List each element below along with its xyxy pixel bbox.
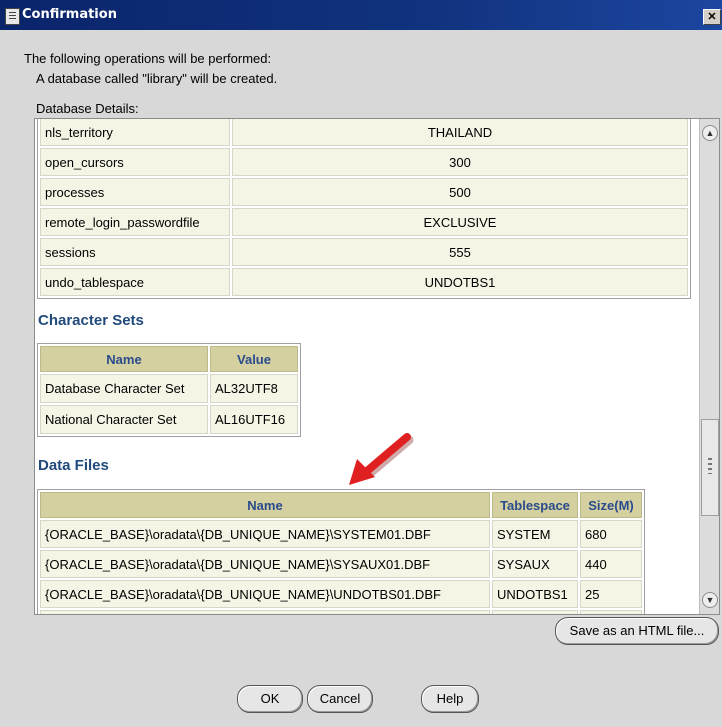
document-icon bbox=[5, 8, 20, 25]
title-bar[interactable]: Confirmation ✕ bbox=[0, 0, 722, 30]
scrollbar-thumb[interactable] bbox=[701, 419, 719, 516]
charset-name: Database Character Set bbox=[40, 374, 208, 403]
table-row: {ORACLE_BASE}\oradata\{DB_UNIQUE_NAME}\S… bbox=[40, 550, 642, 578]
window-title: Confirmation bbox=[22, 7, 117, 22]
confirmation-dialog: Confirmation ✕ The following operations … bbox=[0, 0, 722, 727]
parameter-name: open_cursors bbox=[40, 148, 230, 176]
operation-description: A database called "library" will be crea… bbox=[36, 71, 278, 86]
cancel-button[interactable]: Cancel bbox=[307, 685, 373, 713]
table-row: remote_login_passwordfile EXCLUSIVE bbox=[40, 208, 688, 236]
datafile-name: {ORACLE_BASE}\oradata\{DB_UNIQUE_NAME}\S… bbox=[40, 520, 490, 548]
parameter-name: sessions bbox=[40, 238, 230, 266]
parameter-value: 500 bbox=[232, 178, 688, 206]
column-header-size: Size(M) bbox=[580, 492, 642, 518]
scroll-down-icon[interactable]: ▼ bbox=[702, 592, 718, 608]
character-sets-table: Name Value Database Character Set AL32UTF… bbox=[37, 343, 301, 437]
parameter-name: undo_tablespace bbox=[40, 268, 230, 296]
parameter-name: nls_territory bbox=[40, 119, 230, 146]
table-row: Database Character Set AL32UTF8 bbox=[40, 374, 298, 403]
character-sets-heading: Character Sets bbox=[38, 312, 144, 329]
charset-value: AL32UTF8 bbox=[210, 374, 298, 403]
table-row: sessions 555 bbox=[40, 238, 688, 266]
table-row: undo_tablespace UNDOTBS1 bbox=[40, 268, 688, 296]
table-header-row: Name Tablespace Size(M) bbox=[40, 492, 642, 518]
scroll-up-icon[interactable]: ▲ bbox=[702, 125, 718, 141]
datafile-tablespace: UNDOTBS1 bbox=[492, 580, 578, 608]
table-row: National Character Set AL16UTF16 bbox=[40, 405, 298, 434]
parameter-value: UNDOTBS1 bbox=[232, 268, 688, 296]
charset-value: AL16UTF16 bbox=[210, 405, 298, 434]
parameter-name: remote_login_passwordfile bbox=[40, 208, 230, 236]
table-row: processes 500 bbox=[40, 178, 688, 206]
parameter-value: EXCLUSIVE bbox=[232, 208, 688, 236]
parameter-name: processes bbox=[40, 178, 230, 206]
column-header-tablespace: Tablespace bbox=[492, 492, 578, 518]
ok-button[interactable]: OK bbox=[237, 685, 303, 713]
parameter-value: 555 bbox=[232, 238, 688, 266]
datafile-size: 440 bbox=[580, 550, 642, 578]
table-row: nls_territory THAILAND bbox=[40, 119, 688, 146]
parameters-table: nls_territory THAILAND open_cursors 300 pr… bbox=[37, 119, 691, 299]
column-header-name: Name bbox=[40, 346, 208, 372]
save-html-button[interactable]: Save as an HTML file... bbox=[555, 617, 719, 645]
table-row: open_cursors 300 bbox=[40, 148, 688, 176]
details-content: nls_territory THAILAND open_cursors 300 pr… bbox=[35, 119, 699, 614]
table-row: {ORACLE_BASE}\oradata\{DB_UNIQUE_NAME}\U… bbox=[40, 580, 642, 608]
table-header-row: Name Value bbox=[40, 346, 298, 372]
charset-name: National Character Set bbox=[40, 405, 208, 434]
data-files-heading: Data Files bbox=[38, 457, 109, 474]
table-row: {ORACLE_BASE}\oradata\{DB_UNIQUE_NAME}\S… bbox=[40, 520, 642, 548]
datafile-size: 25 bbox=[580, 580, 642, 608]
parameter-value: 300 bbox=[232, 148, 688, 176]
column-header-value: Value bbox=[210, 346, 298, 372]
datafile-size: 680 bbox=[580, 520, 642, 548]
datafile-tablespace: SYSAUX bbox=[492, 550, 578, 578]
table-row bbox=[40, 610, 642, 614]
datafile-name: {ORACLE_BASE}\oradata\{DB_UNIQUE_NAME}\U… bbox=[40, 580, 490, 608]
parameter-value: THAILAND bbox=[232, 119, 688, 146]
operations-intro: The following operations will be perform… bbox=[24, 51, 272, 66]
database-details-label: Database Details: bbox=[36, 101, 139, 116]
grip-icon bbox=[708, 458, 712, 474]
help-button[interactable]: Help bbox=[421, 685, 479, 713]
close-button[interactable]: ✕ bbox=[703, 9, 721, 25]
datafile-tablespace: SYSTEM bbox=[492, 520, 578, 548]
vertical-scrollbar[interactable]: ▲ ▼ bbox=[699, 119, 719, 614]
column-header-name: Name bbox=[40, 492, 490, 518]
data-files-table: Name Tablespace Size(M) {ORACLE_BASE}\or… bbox=[37, 489, 645, 614]
red-arrow-icon bbox=[349, 433, 414, 485]
details-scroll-pane[interactable]: nls_territory THAILAND open_cursors 300 pr… bbox=[34, 118, 720, 615]
datafile-name: {ORACLE_BASE}\oradata\{DB_UNIQUE_NAME}\S… bbox=[40, 550, 490, 578]
